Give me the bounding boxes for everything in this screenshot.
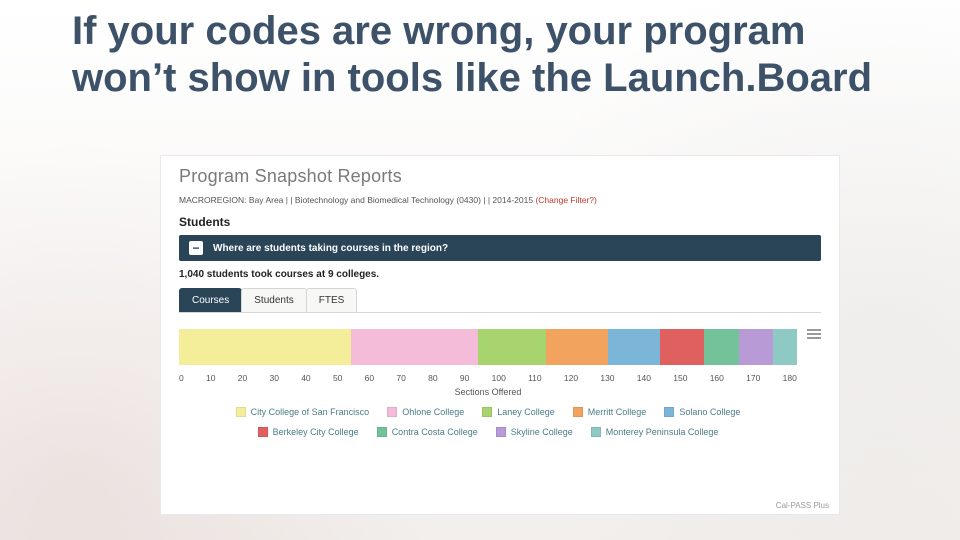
legend-swatch	[496, 427, 506, 437]
axis-tick: 180	[783, 373, 797, 383]
legend-label: Merritt College	[588, 407, 647, 417]
legend-swatch	[573, 407, 583, 417]
chart-area: 0 10 20 30 40 50 60 70 80 90 100 110 120 130 140 150 160…	[179, 329, 821, 437]
bar-segment[interactable]	[546, 329, 608, 365]
legend-item[interactable]: Ohlone College	[387, 407, 464, 417]
axis-tick: 70	[396, 373, 405, 383]
bar-segment[interactable]	[608, 329, 660, 365]
tab-students[interactable]: Students	[241, 288, 306, 312]
bar-segment[interactable]	[704, 329, 738, 365]
legend-swatch	[236, 407, 246, 417]
change-filter-link[interactable]: (Change Filter?)	[535, 195, 596, 205]
legend-swatch	[482, 407, 492, 417]
legend-swatch	[591, 427, 601, 437]
legend-item[interactable]: Laney College	[482, 407, 555, 417]
legend-label: Solano College	[679, 407, 740, 417]
collapse-icon[interactable]: −	[189, 241, 203, 255]
axis-tick: 110	[528, 373, 542, 383]
bar-segment[interactable]	[773, 329, 797, 365]
legend-label: City College of San Francisco	[251, 407, 370, 417]
axis-tick: 130	[600, 373, 614, 383]
bar-segment[interactable]	[478, 329, 547, 365]
tabs: Courses Students FTES	[179, 288, 821, 313]
axis-tick: 120	[564, 373, 578, 383]
stacked-bar-chart	[179, 329, 797, 365]
legend-label: Monterey Peninsula College	[606, 427, 719, 437]
question-text: Where are students taking courses in the…	[213, 243, 448, 254]
axis-tick: 10	[206, 373, 215, 383]
legend-label: Skyline College	[511, 427, 573, 437]
tab-courses[interactable]: Courses	[179, 288, 242, 312]
legend-label: Laney College	[497, 407, 555, 417]
tab-ftes[interactable]: FTES	[306, 288, 358, 312]
legend-label: Berkeley City College	[273, 427, 359, 437]
bar-segment[interactable]	[179, 329, 351, 365]
axis-tick: 170	[746, 373, 760, 383]
legend-label: Ohlone College	[402, 407, 464, 417]
legend-swatch	[664, 407, 674, 417]
x-axis-ticks: 0 10 20 30 40 50 60 70 80 90 100 110 120 130 140 150 160…	[179, 373, 797, 383]
axis-tick: 90	[460, 373, 469, 383]
legend-swatch	[258, 427, 268, 437]
legend-item[interactable]: City College of San Francisco	[236, 407, 370, 417]
bar-segment[interactable]	[660, 329, 705, 365]
footer-brand: Cal-PASS Plus	[776, 501, 829, 510]
report-card: Program Snapshot Reports MACROREGION: Ba…	[160, 155, 840, 515]
filter-line: MACROREGION: Bay Area | | Biotechnology …	[179, 195, 821, 205]
axis-tick: 100	[492, 373, 506, 383]
x-axis-label: Sections Offered	[179, 387, 797, 397]
bar-segment[interactable]	[351, 329, 478, 365]
bar-segment[interactable]	[739, 329, 773, 365]
chart-legend: City College of San Francisco Ohlone Coll…	[179, 407, 797, 437]
legend-swatch	[387, 407, 397, 417]
axis-tick: 40	[301, 373, 310, 383]
legend-item[interactable]: Monterey Peninsula College	[591, 427, 719, 437]
filter-value: Bay Area | | Biotechnology and Biomedica…	[249, 195, 533, 205]
axis-tick: 30	[269, 373, 278, 383]
axis-tick: 140	[637, 373, 651, 383]
legend-label: Contra Costa College	[392, 427, 478, 437]
question-bar[interactable]: − Where are students taking courses in t…	[179, 235, 821, 261]
legend-item[interactable]: Contra Costa College	[377, 427, 478, 437]
chart-menu-icon[interactable]	[807, 327, 821, 341]
legend-item[interactable]: Merritt College	[573, 407, 647, 417]
axis-tick: 80	[428, 373, 437, 383]
report-title: Program Snapshot Reports	[179, 166, 821, 187]
legend-swatch	[377, 427, 387, 437]
legend-item[interactable]: Berkeley City College	[258, 427, 359, 437]
axis-tick: 160	[710, 373, 724, 383]
axis-tick: 0	[179, 373, 184, 383]
axis-tick: 60	[365, 373, 374, 383]
axis-tick: 20	[238, 373, 247, 383]
filter-label: MACROREGION:	[179, 195, 247, 205]
axis-tick: 150	[673, 373, 687, 383]
summary-text: 1,040 students took courses at 9 college…	[179, 269, 821, 280]
legend-item[interactable]: Solano College	[664, 407, 740, 417]
slide-title: If your codes are wrong, your program wo…	[72, 8, 920, 102]
axis-tick: 50	[333, 373, 342, 383]
section-heading-students: Students	[179, 215, 821, 229]
legend-item[interactable]: Skyline College	[496, 427, 573, 437]
